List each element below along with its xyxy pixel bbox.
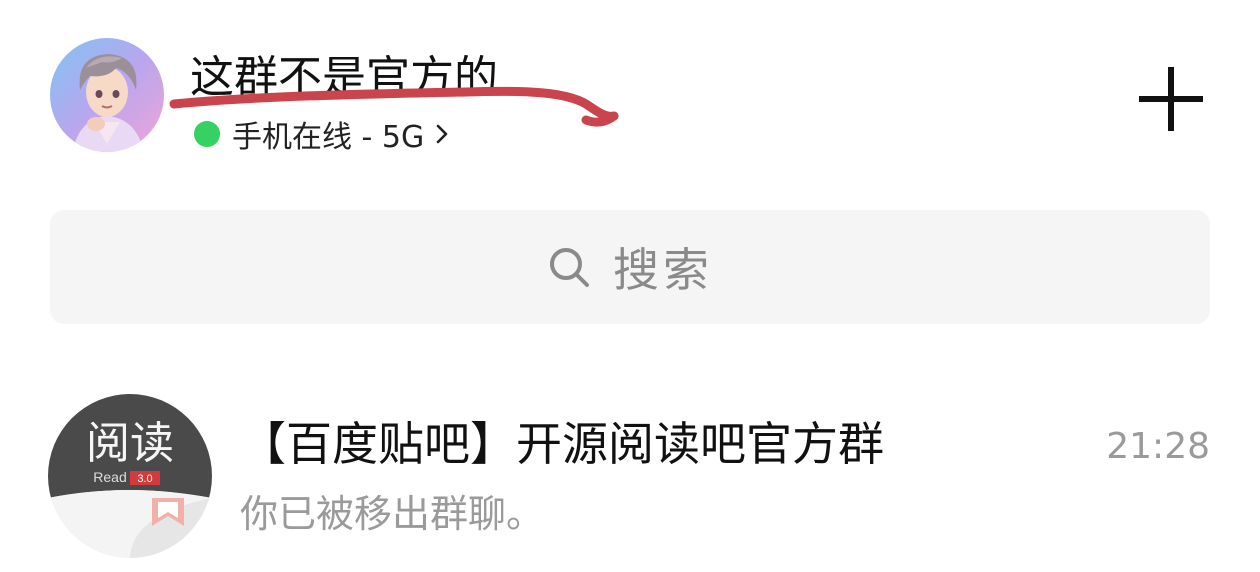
conversation-time: 21:28 <box>1106 426 1210 467</box>
conversation-list-item[interactable]: 阅读 Read 3.0 【百度贴吧】开源阅读吧官方群 21:28 你已被移出群聊… <box>0 370 1260 572</box>
avatar-badge: 3.0 <box>137 473 152 485</box>
conversation-title: 【百度贴吧】开源阅读吧官方群 <box>240 417 884 471</box>
online-dot-icon <box>194 121 220 147</box>
conversation-header-title: 这群不是官方的 <box>190 52 498 103</box>
messages-screen: 这群不是官方的 手机在线 - 5G 搜索 阅读 Read 3.0 【百度贴吧】开… <box>0 0 1260 572</box>
online-status[interactable]: 手机在线 - 5G <box>194 114 450 155</box>
conversation-preview: 你已被移出群聊。 <box>240 492 545 536</box>
add-button[interactable] <box>1136 64 1206 134</box>
user-avatar[interactable] <box>50 38 164 152</box>
group-avatar: 阅读 Read 3.0 <box>48 394 212 558</box>
avatar-text-main: 阅读 <box>86 418 174 469</box>
avatar-text-read: Read <box>93 469 126 485</box>
status-text: 手机在线 - 5G <box>232 120 425 155</box>
search-placeholder: 搜索 <box>613 243 713 297</box>
search-icon <box>550 248 589 287</box>
chevron-right-icon <box>436 124 448 144</box>
plus-icon <box>1139 67 1203 131</box>
search-bar[interactable]: 搜索 <box>50 210 1210 324</box>
